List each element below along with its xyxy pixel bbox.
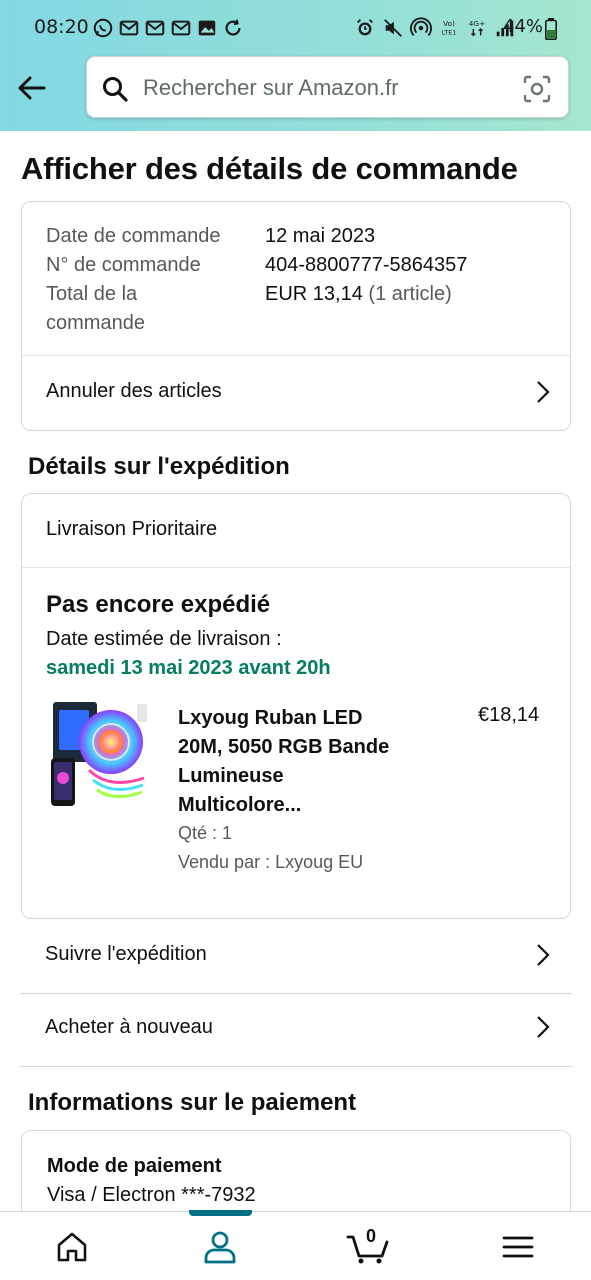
gmail-icon (145, 20, 165, 36)
svg-text:Vo): Vo) (443, 19, 455, 28)
product-seller: Vendu par : Lxyoug EU (178, 852, 364, 872)
shipment-status: Pas encore expédié (46, 591, 271, 618)
product-image[interactable] (49, 700, 155, 810)
product-price: €18,14 (478, 704, 540, 726)
gallery-icon (198, 20, 216, 36)
back-arrow-icon[interactable] (14, 70, 50, 106)
track-shipment-label: Suivre l'expédition (45, 943, 207, 965)
divider (22, 567, 570, 568)
order-total-amount: EUR 13,14 (265, 283, 363, 305)
divider (20, 1066, 572, 1067)
order-date-value: 12 mai 2023 (265, 225, 376, 247)
gmail-icon (119, 20, 139, 36)
shipping-section-title: Détails sur l'expédition (28, 453, 290, 480)
product-title-line: Lumineuse (178, 765, 284, 787)
search-icon (103, 77, 128, 102)
product-title[interactable]: Lxyoug Ruban LED 20M, 5050 RGB Bande Lum… (178, 704, 458, 820)
page-title: Afficher des détails de commande (21, 151, 518, 186)
chevron-right-icon (537, 1016, 550, 1038)
shipment-card: Livraison Prioritaire Pas encore expédié… (21, 493, 571, 919)
bottom-nav: 0 (0, 1210, 591, 1280)
battery-percent: 44% (503, 16, 544, 37)
mute-icon (384, 19, 402, 37)
volte-icon: Vo)LTE1 (442, 19, 457, 36)
status-bar: 08:20 Vo) LTE1 4G+ 44% (0, 14, 591, 44)
order-date-label: Date de commande (46, 225, 221, 247)
status-time: 08:20 (34, 16, 89, 38)
chevron-right-icon (537, 381, 550, 403)
whatsapp-icon (93, 18, 113, 38)
product-title-line: Lxyoug Ruban LED (178, 707, 363, 729)
home-icon[interactable] (52, 1229, 92, 1265)
order-total-label-line2: commande (46, 312, 145, 334)
product-quantity: Qté : 1 (178, 823, 233, 843)
battery-icon (545, 18, 557, 40)
cancel-items-row[interactable]: Annuler des articles (22, 356, 570, 430)
svg-text:4G+: 4G+ (469, 19, 485, 28)
order-total-value: EUR 13,14 (1 article) (265, 280, 452, 309)
svg-text:LTE1: LTE1 (442, 28, 457, 36)
app-header: 08:20 Vo) LTE1 4G+ 44% Rechercher sur Ama… (0, 0, 591, 131)
gmail-icon (171, 20, 191, 36)
buy-again-row[interactable]: Acheter à nouveau (20, 994, 572, 1066)
search-input[interactable]: Rechercher sur Amazon.fr (143, 75, 399, 101)
notification-icons (92, 17, 244, 39)
menu-icon[interactable] (498, 1229, 538, 1265)
order-number-label: N° de commande (46, 254, 201, 276)
estimated-delivery-date: samedi 13 mai 2023 avant 20h (46, 657, 331, 679)
system-icons: Vo) LTE1 4G+ (354, 17, 516, 39)
alarm-icon (357, 19, 373, 36)
camera-scan-icon[interactable] (521, 73, 553, 105)
active-tab-indicator (189, 1210, 252, 1216)
cart-count-badge: 0 (365, 1226, 376, 1246)
sync-icon (225, 19, 241, 36)
product-title-line: 20M, 5050 RGB Bande (178, 736, 390, 758)
buy-again-label: Acheter à nouveau (45, 1016, 213, 1038)
track-shipment-row[interactable]: Suivre l'expédition (20, 920, 572, 993)
chevron-right-icon (537, 944, 550, 966)
estimated-delivery-label: Date estimée de livraison : (46, 628, 282, 650)
order-number-value: 404-8800777-5864357 (265, 254, 468, 276)
order-item-count: (1 article) (368, 283, 452, 305)
order-total-label-line1: Total de la (46, 283, 138, 305)
order-summary-card: Date de commande 12 mai 2023 N° de comma… (21, 201, 571, 431)
product-title-line: Multicolore... (178, 794, 302, 816)
hotspot-icon (410, 17, 432, 36)
payment-method-label: Mode de paiement (47, 1155, 222, 1177)
account-icon[interactable] (200, 1229, 240, 1265)
cancel-items-label: Annuler des articles (46, 380, 222, 402)
payment-method-value: Visa / Electron ***-7932 (47, 1184, 256, 1206)
payment-section-title: Informations sur le paiement (28, 1089, 357, 1116)
network-4g-icon: 4G+ (469, 19, 485, 37)
search-bar[interactable]: Rechercher sur Amazon.fr (86, 56, 569, 118)
shipping-type: Livraison Prioritaire (46, 518, 218, 540)
